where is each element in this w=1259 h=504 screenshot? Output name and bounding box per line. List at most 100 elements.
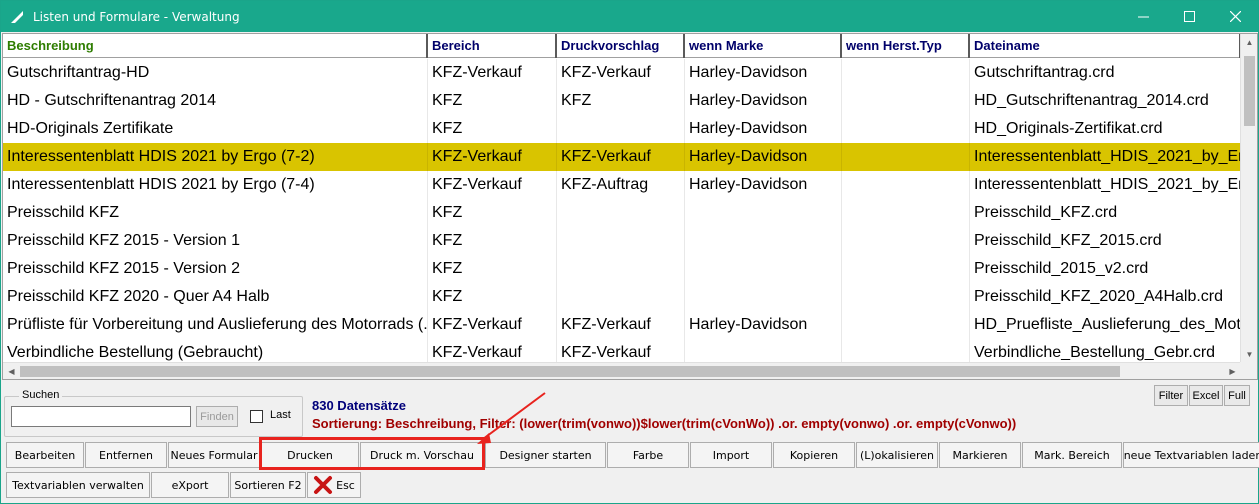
vertical-scroll-thumb[interactable] [1244,56,1255,126]
markieren-button[interactable]: Markieren [939,442,1021,468]
table-row[interactable]: Gutschriftantrag-HD KFZ-Verkauf KFZ-Verkau… [3,59,1241,87]
export-button[interactable]: eXport [151,472,229,498]
cell-dateiname: HD_Originals-Zertifikat.crd [970,115,1241,143]
cell-druckvorschlag [557,115,685,143]
farbe-button[interactable]: Farbe [607,442,689,468]
annotation-highlight-box [259,437,485,470]
find-button[interactable]: Finden [196,406,238,427]
bearbeiten-button[interactable]: Bearbeiten [6,442,84,468]
app-icon [11,10,23,23]
full-button[interactable]: Full [1224,385,1250,406]
cell-dateiname: Preisschild_KFZ_2020_A4Halb.crd [970,283,1241,311]
cell-herst-typ [842,115,970,143]
cell-marke [685,283,842,311]
last-label: Last [270,409,291,421]
table-row[interactable]: Preisschild KFZ KFZ Preisschild_KFZ.crd [3,199,1241,227]
table-row[interactable]: Preisschild KFZ 2015 - Version 2 KFZ Preis… [3,255,1241,283]
horizontal-scrollbar[interactable]: ◀ ▶ [3,362,1241,379]
scroll-right-icon[interactable]: ▶ [1224,363,1241,379]
cell-marke: Harley-Davidson [685,311,842,339]
title-bar: Listen und Formulare - Verwaltung [1,1,1258,32]
horizontal-scroll-thumb[interactable] [20,366,1120,377]
cell-beschreibung: Prüfliste für Vorbereitung und Ausliefer… [3,311,428,339]
cell-beschreibung: HD-Originals Zertifikate [3,115,428,143]
button-row-1: Bearbeiten Entfernen Neues Formular Druc… [6,442,1259,468]
column-header-wenn-herst-typ[interactable]: wenn Herst.Typ [842,34,970,58]
cell-beschreibung: Preisschild KFZ 2020 - Quer A4 Halb [3,283,428,311]
entfernen-button[interactable]: Entfernen [85,442,167,468]
cell-beschreibung: Preisschild KFZ 2015 - Version 2 [3,255,428,283]
cell-druckvorschlag [557,199,685,227]
vertical-scrollbar[interactable]: ▲ ▼ [1240,34,1257,363]
esc-button[interactable]: Esc [307,472,361,498]
table-row[interactable]: HD-Originals Zertifikate KFZ Harley-Davids… [3,115,1241,143]
cell-dateiname: Gutschriftantrag.crd [970,59,1241,87]
cell-druckvorschlag [557,283,685,311]
cell-bereich: KFZ [428,199,557,227]
cell-dateiname: Interessentenblatt_HDIS_2021_by_Erg [970,143,1241,171]
minimize-icon [1137,16,1149,18]
scroll-down-icon[interactable]: ▼ [1241,346,1257,363]
cell-marke: Harley-Davidson [685,87,842,115]
cell-beschreibung: Interessentenblatt HDIS 2021 by Ergo (7-… [3,143,428,171]
cell-druckvorschlag [557,227,685,255]
column-header-dateiname[interactable]: Dateiname [970,34,1241,58]
cell-bereich: KFZ [428,227,557,255]
table-row[interactable]: Preisschild KFZ 2015 - Version 1 KFZ Preis… [3,227,1241,255]
cell-bereich: KFZ-Verkauf [428,171,557,199]
cell-beschreibung: Interessentenblatt HDIS 2021 by Ergo (7-… [3,171,428,199]
table-row[interactable]: Preisschild KFZ 2020 - Quer A4 Halb KFZ Pr… [3,283,1241,311]
last-checkbox[interactable] [250,410,263,423]
cell-beschreibung: Preisschild KFZ 2015 - Version 1 [3,227,428,255]
kopieren-button[interactable]: Kopieren [773,442,855,468]
cell-herst-typ [842,87,970,115]
cell-beschreibung: Gutschriftantrag-HD [3,59,428,87]
cell-dateiname: HD_Gutschriftenantrag_2014.crd [970,87,1241,115]
cell-marke: Harley-Davidson [685,171,842,199]
table-row-selected[interactable]: Interessentenblatt HDIS 2021 by Ergo (7-… [3,143,1241,171]
column-header-bereich[interactable]: Bereich [428,34,557,58]
close-button[interactable] [1212,1,1258,32]
forms-grid[interactable]: Beschreibung Bereich Druckvorschlag wenn… [2,33,1258,380]
table-row[interactable]: HD - Gutschriftenantrag 2014 KFZ KFZ Harley… [3,87,1241,115]
cell-druckvorschlag: KFZ-Verkauf [557,143,685,171]
cell-dateiname: Preisschild_KFZ.crd [970,199,1241,227]
close-icon [1229,11,1241,22]
neue-textvariablen-button[interactable]: neue Textvariablen laden [1123,442,1259,468]
cell-bereich: KFZ-Verkauf [428,143,557,171]
column-header-druckvorschlag[interactable]: Druckvorschlag [557,34,685,58]
import-button[interactable]: Import [690,442,772,468]
cell-druckvorschlag [557,255,685,283]
mark-bereich-button[interactable]: Mark. Bereich [1022,442,1122,468]
column-header-beschreibung[interactable]: Beschreibung [3,34,428,58]
cell-druckvorschlag: KFZ-Verkauf [557,59,685,87]
maximize-icon [1183,11,1195,22]
maximize-button[interactable] [1166,1,1212,32]
sortieren-button[interactable]: Sortieren F2 [230,472,306,498]
scrollbar-corner [1240,362,1257,379]
scroll-left-icon[interactable]: ◀ [3,363,20,379]
table-row[interactable]: Prüfliste für Vorbereitung und Ausliefer… [3,311,1241,339]
neues-formular-button[interactable]: Neues Formular [168,442,260,468]
cell-herst-typ [842,171,970,199]
annotation-arrow-icon [477,392,546,444]
filter-button[interactable]: Filter [1154,385,1188,406]
search-input[interactable] [11,406,191,427]
lokalisieren-button[interactable]: (L)okalisieren [856,442,938,468]
scroll-up-icon[interactable]: ▲ [1241,34,1257,51]
table-row[interactable]: Interessentenblatt HDIS 2021 by Ergo (7-… [3,171,1241,199]
cell-druckvorschlag: KFZ [557,87,685,115]
cell-bereich: KFZ-Verkauf [428,59,557,87]
esc-label: Esc [336,478,355,492]
cell-marke [685,227,842,255]
minimize-button[interactable] [1120,1,1166,32]
cell-druckvorschlag: KFZ-Auftrag [557,171,685,199]
cell-marke: Harley-Davidson [685,115,842,143]
column-header-wenn-marke[interactable]: wenn Marke [685,34,842,58]
cell-bereich: KFZ [428,255,557,283]
cell-dateiname: Preisschild_2015_v2.crd [970,255,1241,283]
cell-beschreibung: HD - Gutschriftenantrag 2014 [3,87,428,115]
excel-button[interactable]: Excel [1189,385,1223,406]
textvariablen-verwalten-button[interactable]: Textvariablen verwalten [6,472,150,498]
cell-druckvorschlag: KFZ-Verkauf [557,311,685,339]
